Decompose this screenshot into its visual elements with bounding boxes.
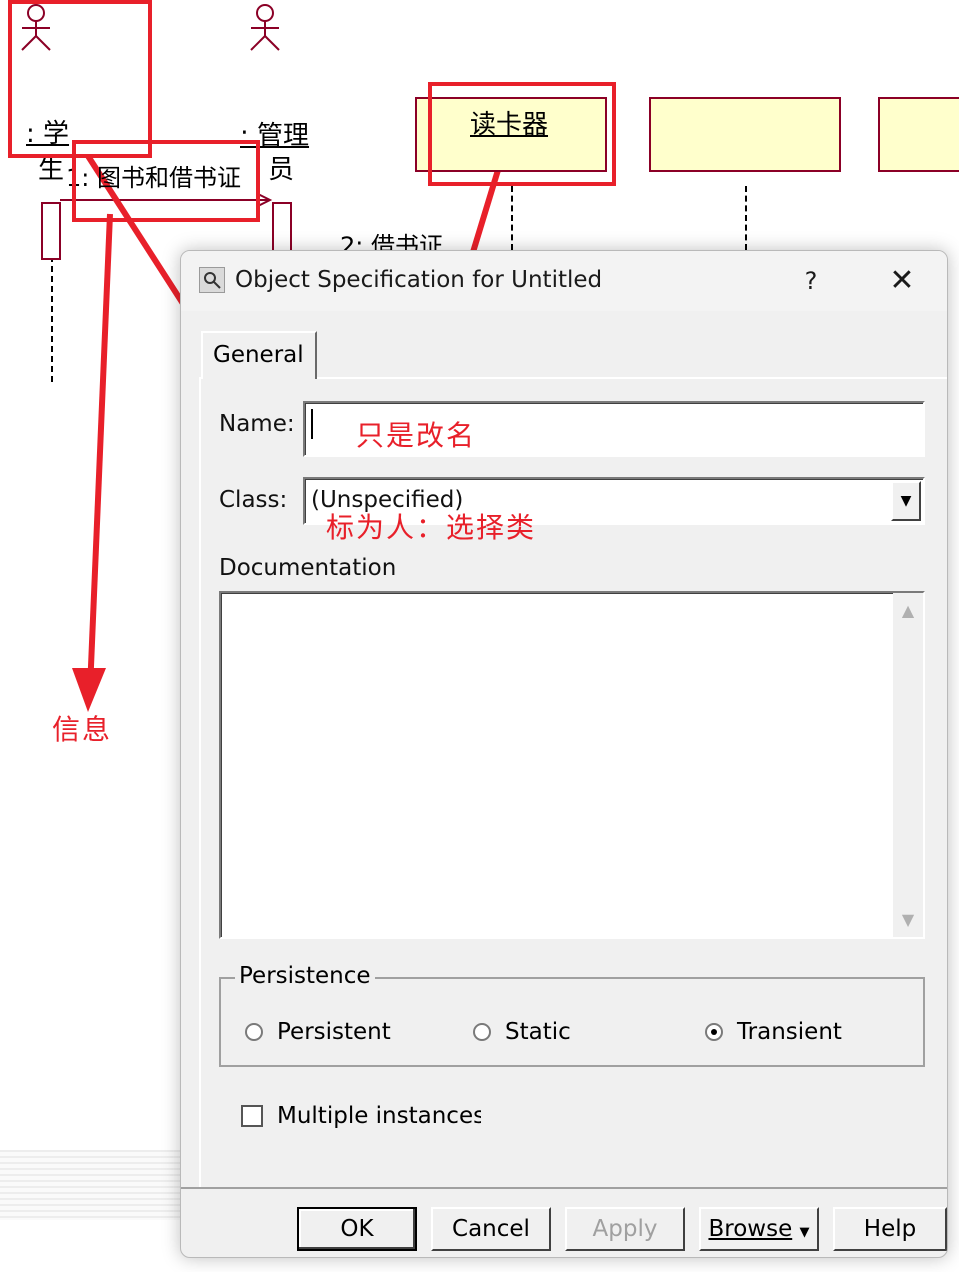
annotation-box-student (8, 0, 152, 158)
browse-label: Browse (708, 1216, 793, 1242)
multiple-instances-checkbox[interactable]: Multiple instances (241, 1103, 481, 1129)
object-2-lifeline (745, 186, 747, 250)
multiple-instances-label: Multiple instances (277, 1103, 481, 1129)
radio-transient-circle[interactable] (705, 1023, 723, 1041)
radio-transient-label: Transient (737, 1019, 842, 1045)
ok-button[interactable]: OK (297, 1207, 417, 1251)
help-question-icon[interactable]: ? (791, 261, 831, 301)
radio-static-circle[interactable] (473, 1023, 491, 1041)
magnifier-icon (199, 267, 225, 293)
persistence-group: Persistence Persistent Static Transient (219, 963, 925, 1067)
tab-general[interactable]: General (201, 331, 317, 379)
student-actor-label-cont: 生 (38, 155, 65, 185)
radio-persistent-circle[interactable] (245, 1023, 263, 1041)
close-icon[interactable]: ✕ (877, 261, 927, 301)
browse-dropdown-icon: ▼ (799, 1225, 810, 1240)
apply-button[interactable]: Apply (565, 1207, 685, 1251)
class-note: 标为人：选择类 (326, 511, 537, 544)
annotation-box-message (72, 140, 260, 222)
browse-button[interactable]: Browse ▼ (699, 1207, 819, 1251)
documentation-textarea[interactable]: ▲ ▼ (219, 591, 925, 939)
object-box-3[interactable] (878, 97, 959, 172)
persistence-legend: Persistence (235, 963, 375, 989)
radio-persistent-label: Persistent (277, 1019, 391, 1045)
documentation-scrollbar[interactable]: ▲ ▼ (893, 593, 923, 937)
text-caret (311, 409, 313, 439)
class-label: Class: (219, 487, 288, 513)
title-bar[interactable]: Object Specification for Untitled ? ✕ (181, 251, 947, 311)
dialog-title: Object Specification for Untitled (235, 267, 603, 293)
rename-note: 只是改名 (356, 419, 477, 452)
radio-static-label: Static (505, 1019, 571, 1045)
object-box-2[interactable] (649, 97, 841, 172)
canvas-scroll-area (0, 1150, 200, 1220)
message-note: 信息 (52, 713, 113, 746)
reader-lifeline (511, 186, 513, 250)
student-lifeline (51, 256, 53, 382)
radio-persistent[interactable]: Persistent (245, 1019, 391, 1045)
librarian-actor-icon (250, 4, 280, 51)
radio-selected-dot (711, 1029, 717, 1035)
help-button[interactable]: Help (833, 1207, 947, 1251)
scroll-down-icon[interactable]: ▼ (893, 910, 923, 929)
name-label: Name: (219, 411, 295, 437)
dropdown-arrow-icon[interactable]: ▼ (891, 481, 921, 521)
student-activation (41, 202, 61, 260)
annotation-box-reader (428, 82, 616, 186)
librarian-actor-label-cont: 员 (268, 155, 295, 185)
documentation-label: Documentation (219, 555, 397, 581)
cancel-button[interactable]: Cancel (431, 1207, 551, 1251)
scroll-up-icon[interactable]: ▲ (893, 601, 923, 620)
radio-static[interactable]: Static (473, 1019, 571, 1045)
checkbox-box[interactable] (241, 1105, 263, 1127)
button-bar: OK Cancel Apply Browse ▼ Help (181, 1187, 947, 1257)
object-specification-dialog: Object Specification for Untitled ? ✕ Ge… (180, 250, 948, 1258)
radio-transient[interactable]: Transient (705, 1019, 842, 1045)
